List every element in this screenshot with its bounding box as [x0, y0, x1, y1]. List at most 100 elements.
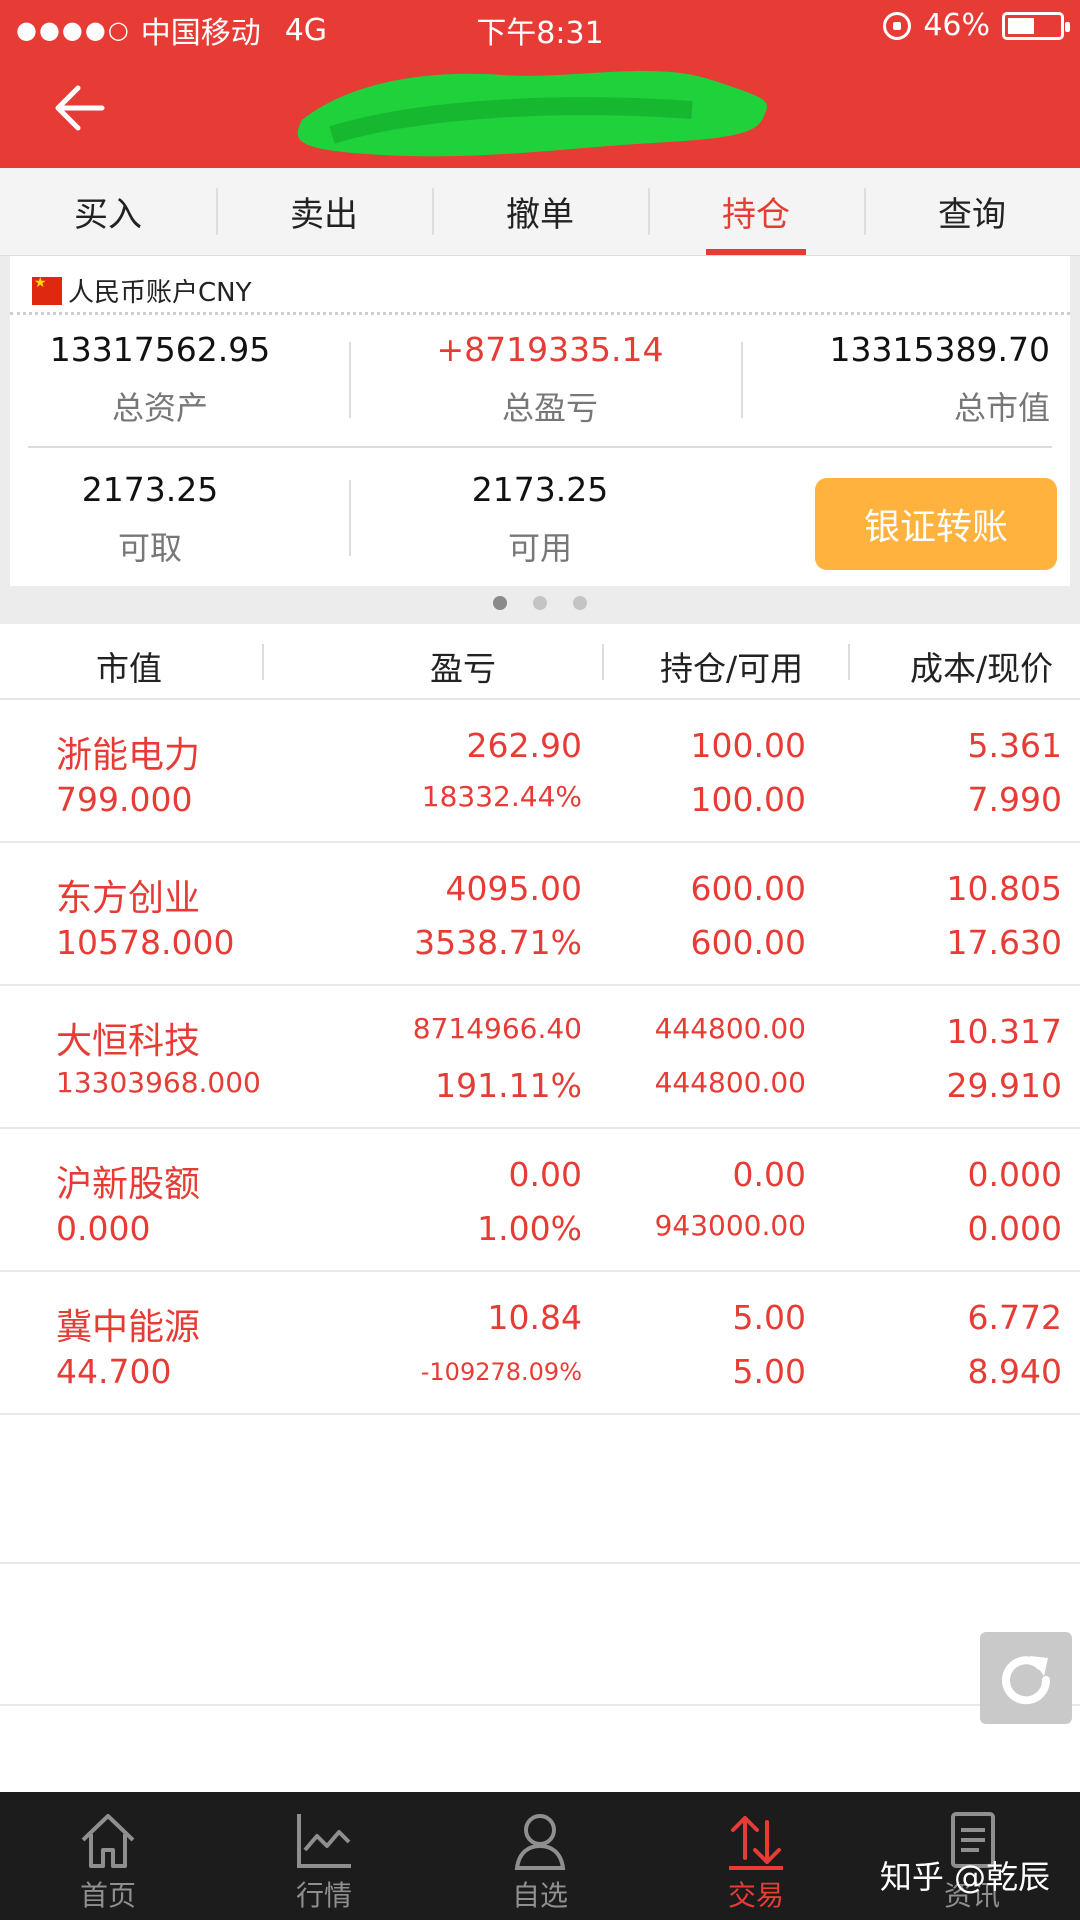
nav-trade[interactable]: 交易 — [648, 1792, 864, 1920]
available-value: 2173.25 — [471, 470, 609, 509]
divider — [349, 342, 351, 418]
stock-name: 大恒科技 — [56, 1021, 201, 1062]
stock-pl-percent: -109278.09% — [420, 1358, 582, 1386]
tab-query[interactable]: 查询 — [864, 168, 1080, 255]
available: 2173.25 可用 — [420, 470, 660, 569]
chart-icon — [297, 1814, 351, 1868]
holdings-table-header: 市值 盈亏 持仓/可用 成本/现价 — [0, 624, 1080, 700]
stock-cost: 10.805 — [946, 869, 1062, 908]
nav-trade-label: 交易 — [727, 1879, 784, 1912]
stock-position: 100.00 — [690, 726, 806, 765]
stock-cost: 5.361 — [967, 726, 1062, 765]
account-name: 人民币账户CNY — [68, 278, 252, 308]
column-header-pl[interactable]: 盈亏 — [430, 642, 496, 690]
nav-home-label: 首页 — [79, 1879, 136, 1912]
tab-sell[interactable]: 卖出 — [216, 168, 432, 255]
stock-price: 8.940 — [967, 1352, 1062, 1391]
nav-market[interactable]: 行情 — [216, 1792, 432, 1920]
holdings-list: 浙能电力 799.000 262.90 18332.44% 100.00 100… — [0, 700, 1080, 1415]
nav-watchlist[interactable]: 自选 — [432, 1792, 648, 1920]
stock-available: 444800.00 — [654, 1066, 806, 1099]
column-header-cost-price[interactable]: 成本/现价 — [910, 642, 1053, 690]
back-arrow-icon[interactable] — [50, 80, 110, 136]
page-dot-active[interactable] — [493, 596, 507, 610]
divider — [602, 644, 604, 680]
divider — [28, 446, 1052, 448]
header: ●●●●○ 中国移动 4G 下午8:31 46% — [0, 0, 1080, 168]
stock-cost: 0.000 — [967, 1155, 1062, 1194]
table-row[interactable]: 沪新股额 0.000 0.00 1.00% 0.00 943000.00 0.0… — [0, 1129, 1080, 1272]
stock-name: 冀中能源 — [56, 1307, 201, 1348]
orientation-lock-icon — [883, 11, 912, 40]
refresh-button[interactable] — [980, 1632, 1072, 1724]
stock-available: 100.00 — [690, 780, 806, 819]
divider — [848, 644, 850, 680]
total-pl-label: 总盈亏 — [501, 389, 598, 427]
redaction-scribble — [297, 70, 767, 157]
column-header-market-value[interactable]: 市值 — [96, 642, 162, 690]
stock-position: 600.00 — [690, 869, 806, 908]
tab-holdings[interactable]: 持仓 — [648, 168, 864, 255]
total-market-value: 13315389.70 总市值 — [800, 330, 1050, 429]
stock-pl-percent: 1.00% — [477, 1209, 582, 1248]
stock-name: 浙能电力 — [56, 735, 201, 776]
total-assets-label: 总资产 — [111, 389, 208, 427]
user-icon — [514, 1814, 566, 1870]
total-assets-value: 13317562.95 — [49, 330, 271, 369]
stock-market-value: 10578.000 — [56, 923, 235, 962]
stock-price: 29.910 — [946, 1066, 1062, 1105]
page-dot[interactable] — [573, 596, 587, 610]
divider — [0, 1704, 1080, 1706]
table-row[interactable]: 冀中能源 44.700 10.84 -109278.09% 5.00 5.00 … — [0, 1272, 1080, 1415]
divider — [10, 312, 1070, 315]
stock-available: 943000.00 — [654, 1209, 806, 1242]
stock-available: 600.00 — [690, 923, 806, 962]
stock-pl: 4095.00 — [445, 869, 582, 908]
stock-market-value: 44.700 — [56, 1352, 172, 1391]
table-row[interactable]: 东方创业 10578.000 4095.00 3538.71% 600.00 6… — [0, 843, 1080, 986]
table-row[interactable]: 浙能电力 799.000 262.90 18332.44% 100.00 100… — [0, 700, 1080, 843]
stock-cost: 10.317 — [946, 1012, 1062, 1051]
withdrawable: 2173.25 可取 — [30, 470, 270, 569]
stock-position: 5.00 — [732, 1298, 806, 1337]
stock-pl: 10.84 — [487, 1298, 582, 1337]
stock-pl: 262.90 — [466, 726, 582, 765]
tab-buy[interactable]: 买入 — [0, 168, 216, 255]
page-indicator — [0, 596, 1080, 610]
stock-available: 5.00 — [732, 1352, 806, 1391]
bank-transfer-button[interactable]: 银证转账 — [815, 478, 1057, 570]
withdrawable-label: 可取 — [117, 529, 182, 567]
available-label: 可用 — [507, 529, 572, 567]
nav-watchlist-label: 自选 — [511, 1879, 568, 1912]
stock-market-value: 0.000 — [56, 1209, 151, 1248]
tab-cancel[interactable]: 撤单 — [432, 168, 648, 255]
divider — [0, 1562, 1080, 1564]
battery-percent: 46% — [923, 8, 990, 43]
stock-price: 7.990 — [967, 780, 1062, 819]
account-card-area: 人民币账户CNY 13317562.95 总资产 +8719335.14 总盈亏… — [0, 256, 1080, 624]
stock-pl-percent: 191.11% — [435, 1066, 582, 1105]
stock-market-value: 13303968.000 — [56, 1066, 261, 1099]
total-pl: +8719335.14 总盈亏 — [400, 330, 700, 429]
nav-market-label: 行情 — [295, 1879, 352, 1912]
battery-icon — [1002, 11, 1070, 40]
column-header-position[interactable]: 持仓/可用 — [660, 642, 803, 690]
divider — [262, 644, 264, 680]
stock-pl-percent: 18332.44% — [421, 780, 582, 813]
trade-icon — [729, 1816, 783, 1870]
total-assets: 13317562.95 总资产 — [30, 330, 290, 429]
divider — [349, 480, 351, 556]
stock-name: 东方创业 — [56, 878, 201, 919]
stock-price: 0.000 — [967, 1209, 1062, 1248]
total-market-value-label: 总市值 — [953, 389, 1050, 427]
stock-price: 17.630 — [946, 923, 1062, 962]
nav-home[interactable]: 首页 — [0, 1792, 216, 1920]
stock-pl: 8714966.40 — [412, 1012, 582, 1045]
stock-pl-percent: 3538.71% — [414, 923, 582, 962]
refresh-icon — [1002, 1656, 1051, 1705]
stock-position: 444800.00 — [654, 1012, 806, 1045]
china-flag-icon — [32, 275, 62, 305]
page-dot[interactable] — [533, 596, 547, 610]
table-row[interactable]: 大恒科技 13303968.000 8714966.40 191.11% 444… — [0, 986, 1080, 1129]
divider — [741, 342, 743, 418]
